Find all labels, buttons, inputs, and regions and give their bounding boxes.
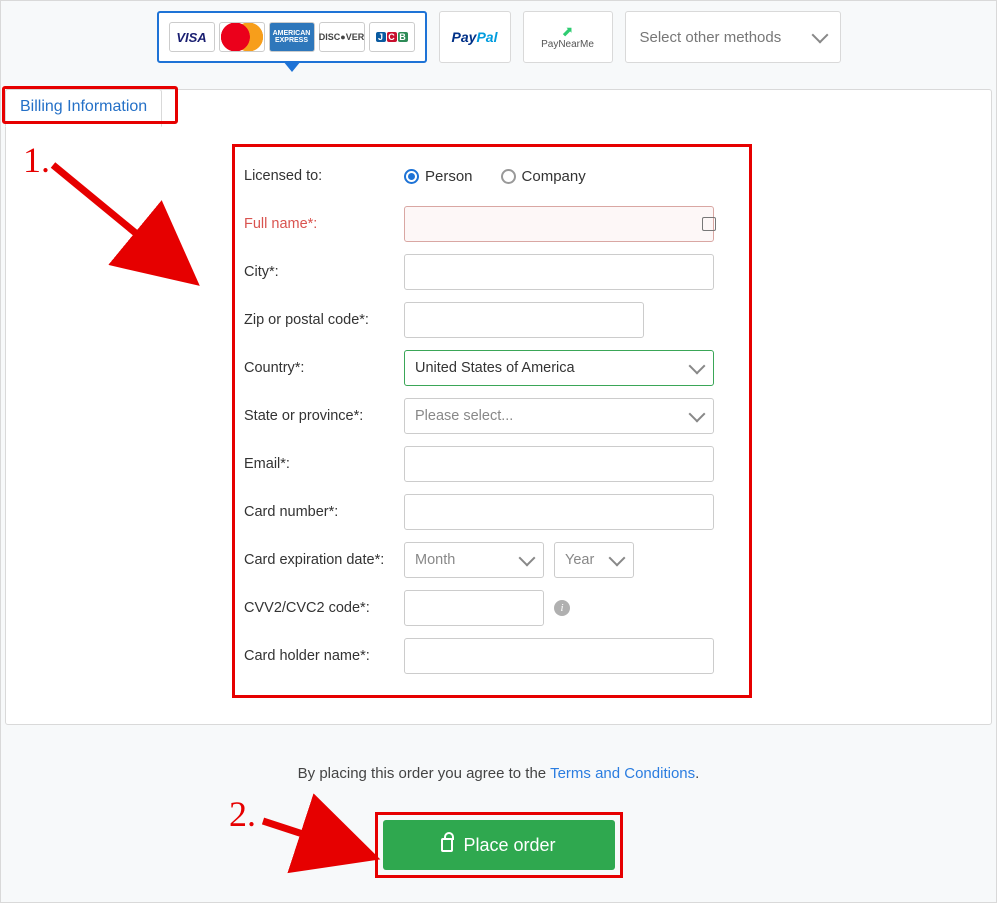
cvv-label: CVV2/CVC2 code*:: [244, 600, 404, 616]
visa-icon: VISA: [169, 22, 215, 52]
chevron-down-icon: [609, 550, 626, 567]
chevron-down-icon: [689, 358, 706, 375]
terms-link[interactable]: Terms and Conditions: [550, 765, 695, 782]
chevron-down-icon: [811, 27, 828, 44]
email-input[interactable]: [404, 446, 714, 482]
zip-input[interactable]: [404, 302, 644, 338]
annotation-number-1: 1.: [23, 139, 50, 181]
state-label: State or province*:: [244, 408, 404, 424]
licensed-to-label: Licensed to:: [244, 168, 404, 184]
email-label: Email*:: [244, 456, 404, 472]
cvv-input[interactable]: [404, 590, 544, 626]
country-label: Country*:: [244, 360, 404, 376]
fullname-input[interactable]: [404, 206, 714, 242]
mastercard-icon: [219, 22, 265, 52]
payment-method-paypal[interactable]: PayPal: [439, 11, 511, 63]
lock-icon: [441, 838, 453, 852]
exp-month-select[interactable]: Month: [404, 542, 544, 578]
agree-text: By placing this order you agree to the T…: [5, 765, 992, 782]
state-select[interactable]: Please select...: [404, 398, 714, 434]
chevron-down-icon: [689, 406, 706, 423]
annotation-arrow-1: [49, 159, 209, 304]
other-methods-label: Select other methods: [640, 29, 782, 46]
exp-year-select[interactable]: Year: [554, 542, 634, 578]
fullname-label: Full name*:: [244, 216, 404, 232]
discover-icon: DISC●VER: [319, 22, 365, 52]
licensed-company-radio[interactable]: Company: [501, 168, 586, 185]
city-label: City*:: [244, 264, 404, 280]
holder-label: Card holder name*:: [244, 648, 404, 664]
country-select[interactable]: United States of America: [404, 350, 714, 386]
place-order-button[interactable]: Place order: [383, 820, 615, 870]
payment-method-paynearme[interactable]: ⬈PayNearMe: [523, 11, 613, 63]
zip-label: Zip or postal code*:: [244, 312, 404, 328]
payment-method-cards[interactable]: VISA AMERICANEXPRESS DISC●VER JCB: [157, 11, 427, 63]
autofill-icon: [702, 217, 716, 231]
annotation-number-2: 2.: [229, 793, 256, 835]
card-holder-input[interactable]: [404, 638, 714, 674]
card-number-input[interactable]: [404, 494, 714, 530]
cardno-label: Card number*:: [244, 504, 404, 520]
payment-method-other-select[interactable]: Select other methods: [625, 11, 841, 63]
city-input[interactable]: [404, 254, 714, 290]
billing-tab: Billing Information: [5, 89, 162, 127]
info-icon[interactable]: i: [554, 600, 570, 616]
exp-label: Card expiration date*:: [244, 552, 404, 568]
amex-icon: AMERICANEXPRESS: [269, 22, 315, 52]
chevron-down-icon: [519, 550, 536, 567]
licensed-person-radio[interactable]: Person: [404, 168, 473, 185]
annotation-arrow-2: [259, 815, 389, 880]
payment-method-row: VISA AMERICANEXPRESS DISC●VER JCB PayPal…: [5, 11, 992, 63]
jcb-icon: JCB: [369, 22, 415, 52]
